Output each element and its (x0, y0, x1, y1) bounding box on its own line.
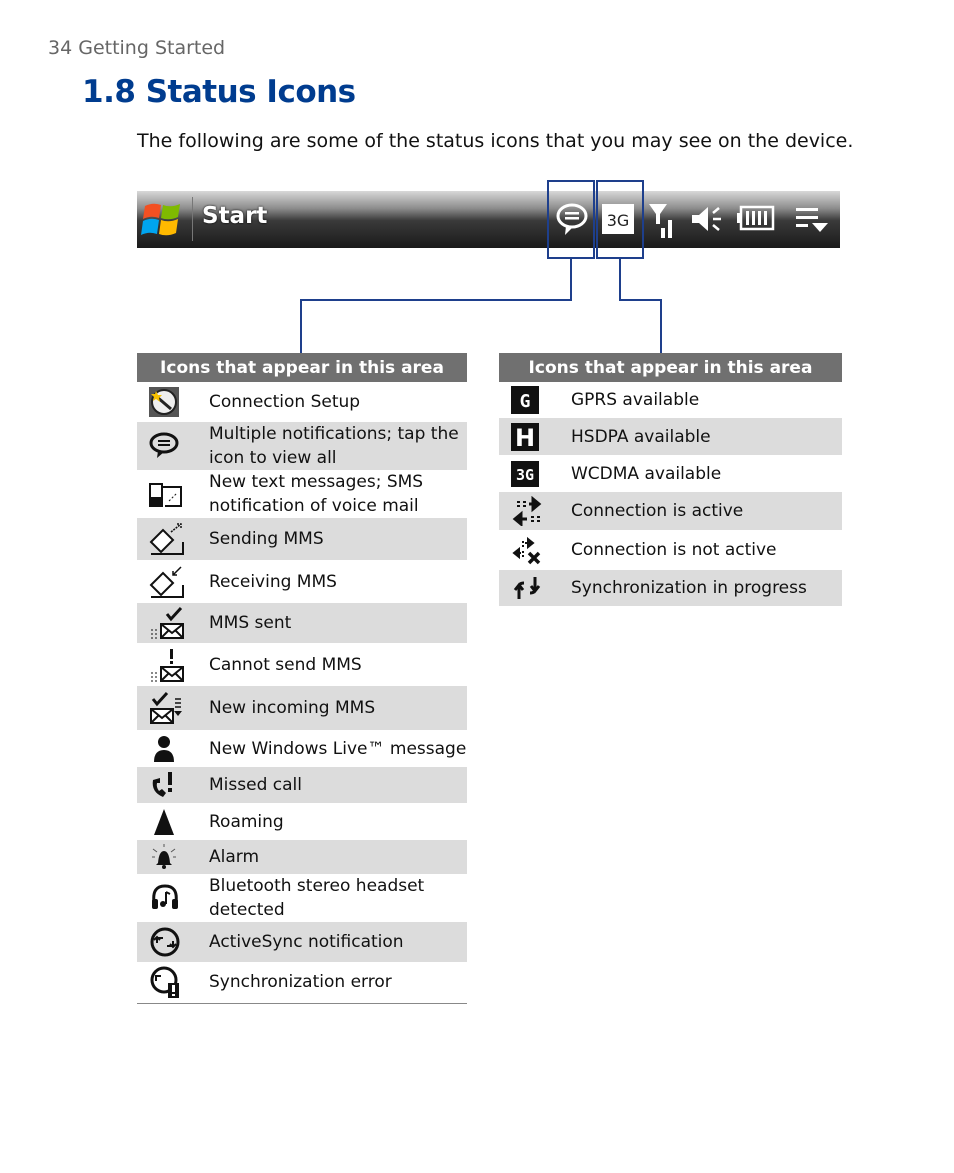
table-row: 3G WCDMA available (499, 455, 842, 492)
sync-progress-icon (499, 570, 571, 606)
row-label: WCDMA available (571, 463, 722, 484)
battery-icon (737, 205, 775, 233)
right-icon-table: Icons that appear in this area G GPRS av… (499, 353, 842, 606)
table-row: ActiveSync notification (137, 922, 467, 962)
row-label: Connection Setup (209, 392, 361, 412)
missed-call-icon (137, 767, 209, 803)
bluetooth-headset-icon (137, 874, 209, 922)
row-label: Synchronization error (209, 962, 467, 1004)
table-row: New text messages; SMS notification of v… (137, 470, 467, 518)
alarm-icon (137, 840, 209, 874)
table-row: Multiple notifications; tap the icon to … (137, 422, 467, 470)
connector-line (300, 299, 302, 353)
cannot-send-mms-icon (137, 643, 209, 686)
row-label: Connection is active (571, 501, 744, 521)
signal-icon (647, 202, 677, 238)
row-label: Sending MMS (209, 529, 324, 549)
svg-text:H: H (515, 424, 535, 451)
table-row: Sending MMS (137, 518, 467, 560)
table-row: Bluetooth stereo headset detected (137, 874, 467, 922)
table-row: Receiving MMS (137, 560, 467, 603)
table-row: Synchronization in progress (499, 570, 842, 606)
row-label: New text messages; SMS notification of v… (209, 470, 467, 518)
roaming-icon (137, 803, 209, 840)
table-row: Connection is not active (499, 530, 842, 570)
connector-line (300, 299, 572, 301)
connection-not-active-icon (499, 530, 571, 570)
table-header: Icons that appear in this area (499, 353, 842, 382)
highlight-box-3g (596, 180, 644, 259)
sync-error-icon (137, 962, 209, 1004)
row-label: HSDPA available (571, 426, 711, 447)
multiple-notifications-icon (137, 422, 209, 470)
svg-text:G: G (520, 391, 531, 412)
row-label: New incoming MMS (209, 698, 376, 718)
mms-sent-icon (137, 603, 209, 643)
table-row: Cannot send MMS (137, 643, 467, 686)
taskbar-figure: Start 3G (137, 191, 840, 248)
table-row: G GPRS available (499, 382, 842, 418)
speaker-icon (690, 203, 726, 235)
row-label-text: New text messages; SMS notification of v… (209, 472, 424, 516)
row-label: Alarm (209, 847, 260, 867)
page-header: 34 Getting Started (48, 37, 226, 59)
receiving-mms-icon (137, 560, 209, 603)
connector-line (619, 299, 662, 301)
row-label: Connection is not active (571, 540, 777, 560)
left-icon-table: Icons that appear in this area Connectio… (137, 353, 467, 1004)
highlight-box-notification (547, 180, 595, 259)
row-label: Multiple notifications; tap the icon to … (209, 424, 459, 468)
table-row: Connection is active (499, 492, 842, 530)
connector-line (570, 257, 572, 301)
table-row: H HSDPA available (499, 418, 842, 455)
page-title: 1.8 Status Icons (82, 74, 356, 110)
row-label: Roaming (209, 811, 284, 832)
connector-line (660, 299, 662, 353)
table-row: Alarm (137, 840, 467, 874)
row-label: Bluetooth stereo headset detected (209, 876, 425, 920)
activesync-icon (137, 922, 209, 962)
menu-dropdown-icon[interactable] (794, 205, 830, 235)
table-row: Roaming (137, 803, 467, 840)
intro-text: The following are some of the status ico… (137, 130, 854, 152)
new-incoming-mms-icon (137, 686, 209, 730)
table-row: New Windows Live™ message (137, 730, 467, 767)
connection-setup-icon (137, 382, 209, 422)
svg-text:3G: 3G (516, 466, 534, 484)
row-label: Missed call (209, 775, 302, 795)
start-button[interactable]: Start (202, 203, 267, 229)
table-row: Synchronization error (137, 962, 467, 1004)
wcdma-icon: 3G (499, 455, 571, 492)
windows-live-icon (137, 730, 209, 767)
taskbar-separator (192, 197, 193, 241)
windows-logo-icon (141, 200, 183, 240)
hsdpa-icon: H (499, 418, 571, 455)
connector-line (619, 257, 621, 301)
row-label: New Windows Live™ message (209, 738, 467, 759)
row-label: MMS sent (209, 613, 292, 633)
table-row: New incoming MMS (137, 686, 467, 730)
table-header: Icons that appear in this area (137, 353, 467, 382)
row-label: Synchronization in progress (571, 578, 807, 598)
table-row: Missed call (137, 767, 467, 803)
row-label: GPRS available (571, 390, 700, 410)
new-text-messages-icon (137, 470, 209, 518)
row-label: Receiving MMS (209, 571, 337, 592)
sending-mms-icon (137, 518, 209, 560)
table-row: MMS sent (137, 603, 467, 643)
gprs-icon: G (499, 382, 571, 418)
row-label: Cannot send MMS (209, 654, 362, 675)
row-label: ActiveSync notification (209, 932, 404, 952)
connection-active-icon (499, 492, 571, 530)
table-row: Connection Setup (137, 382, 467, 422)
